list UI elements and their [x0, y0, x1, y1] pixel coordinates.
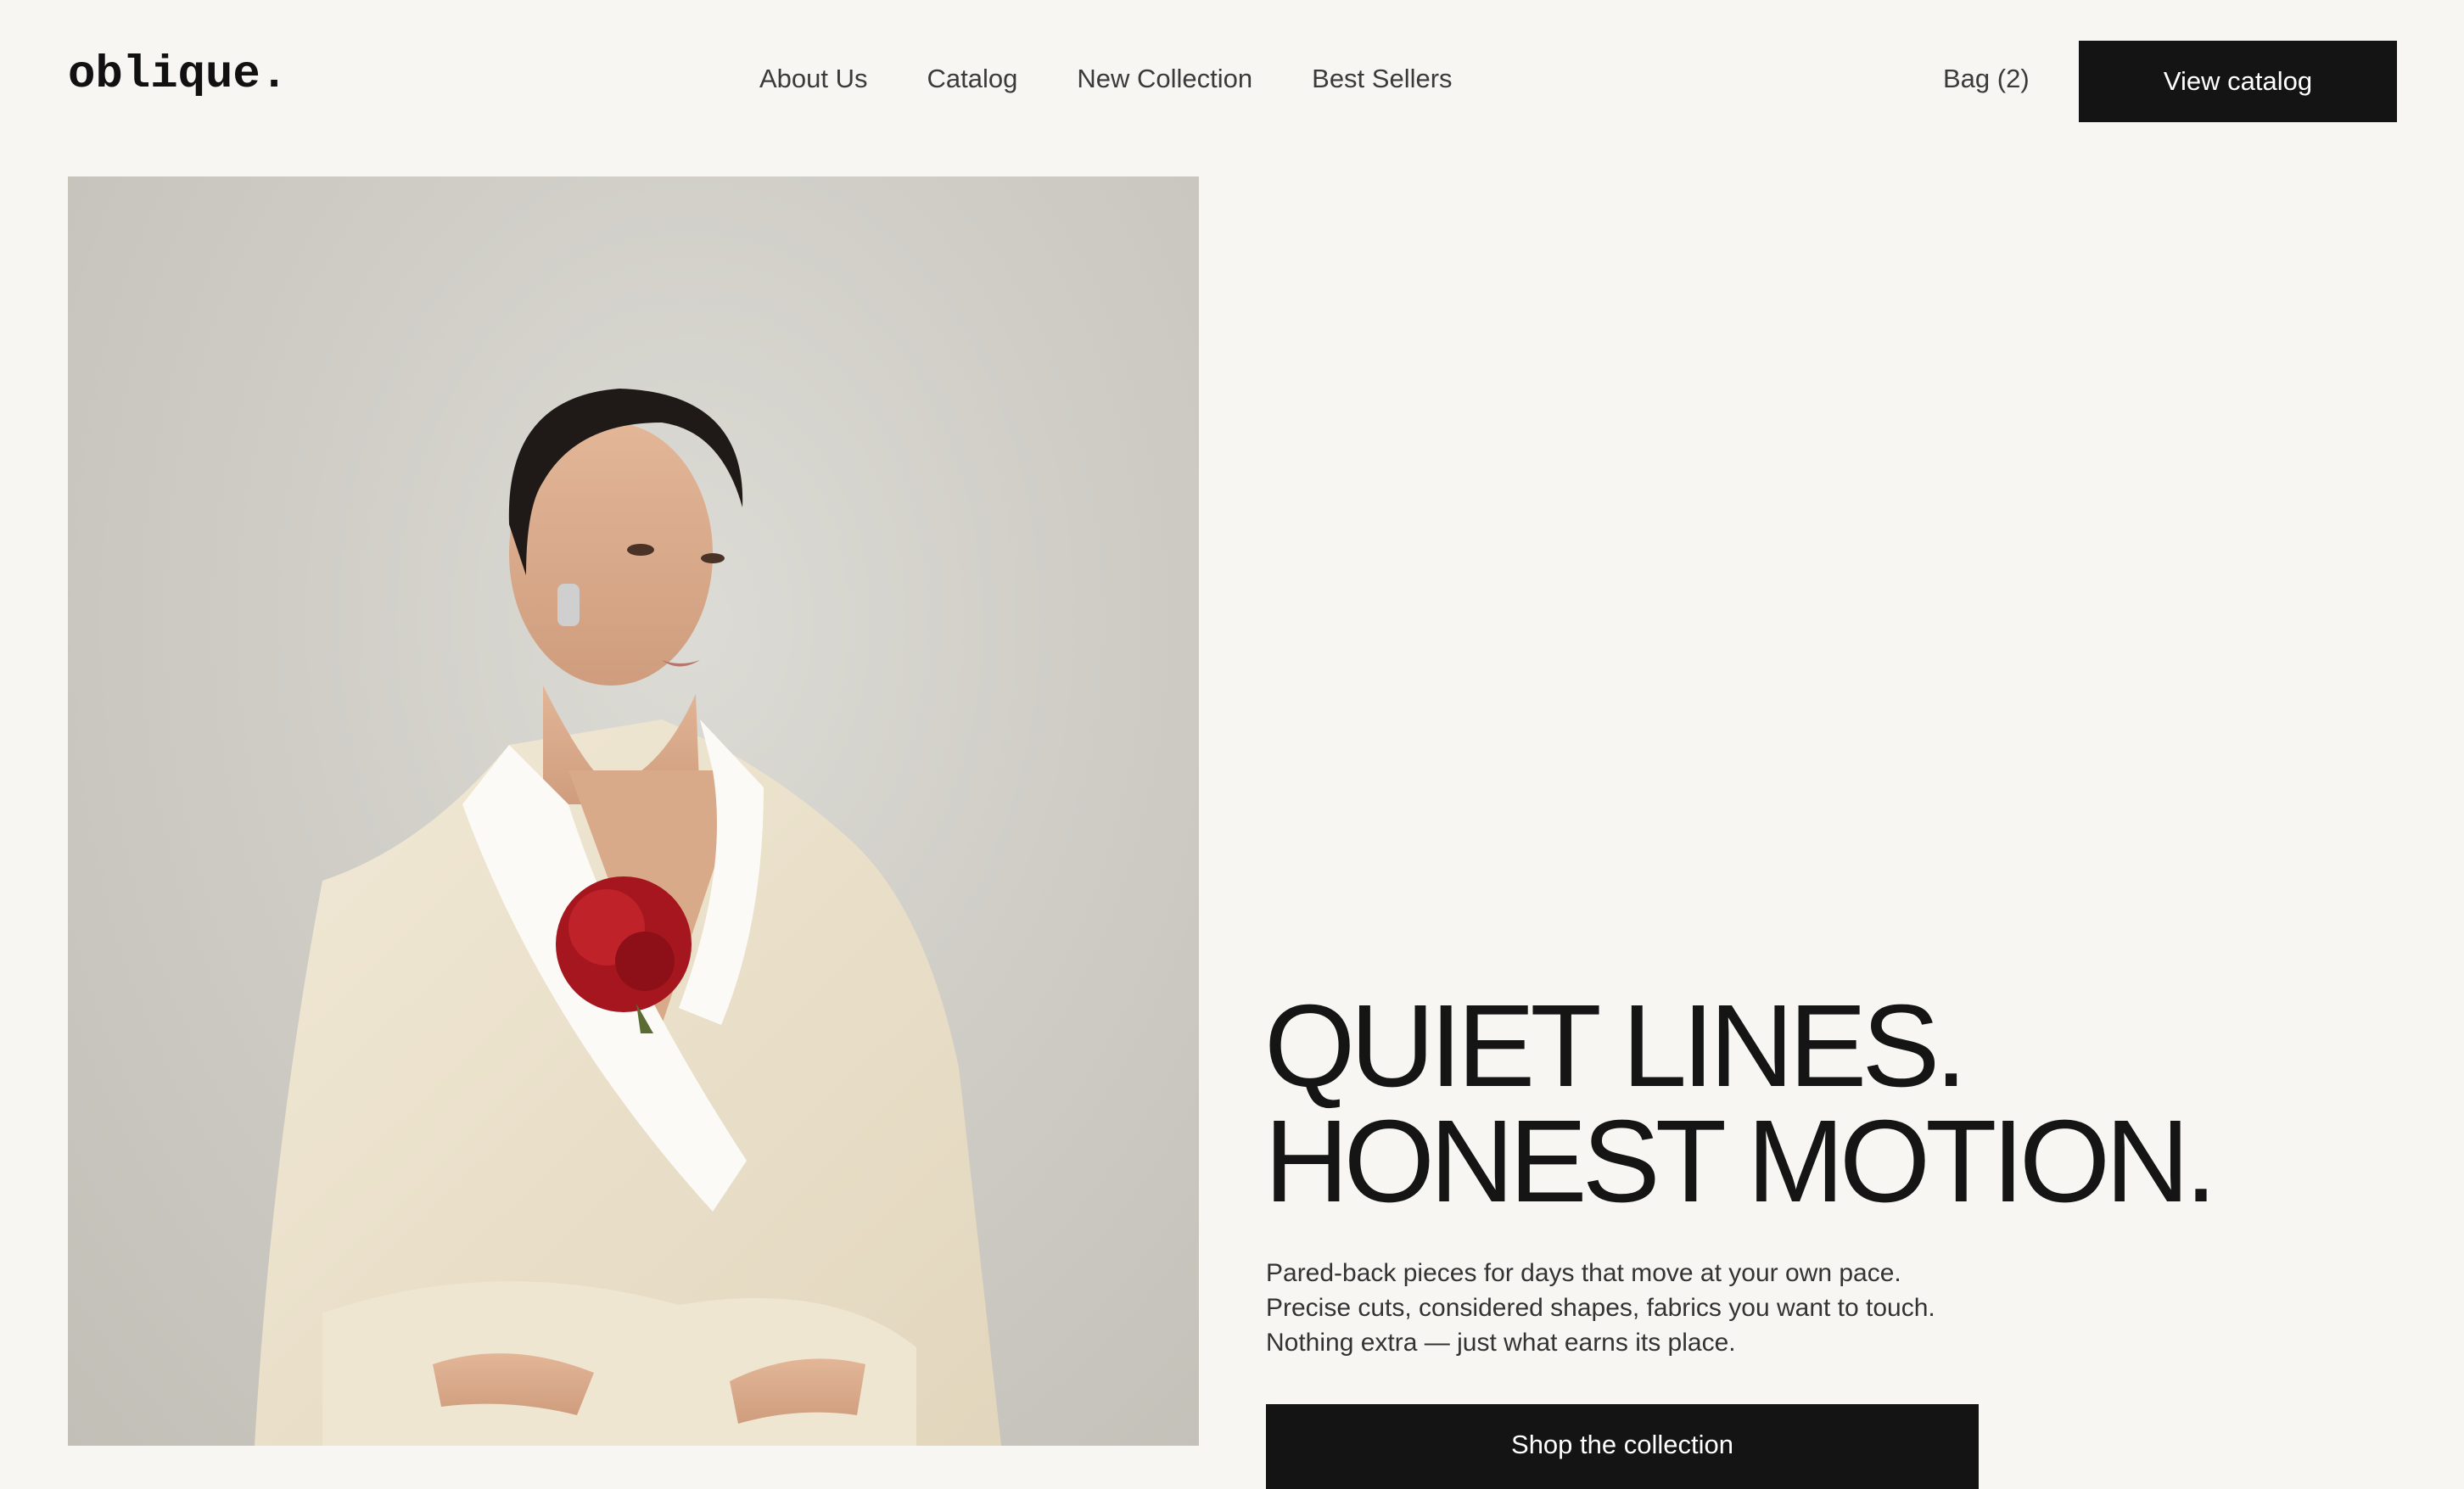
- headline-line-2: HONEST MOTION.: [1264, 1096, 2217, 1227]
- nav-item-catalog[interactable]: Catalog: [927, 64, 1018, 94]
- hero-headline: QUIET LINES. HONEST MOTION.: [1264, 981, 2217, 1227]
- site-header: oblique. About Us Catalog New Collection…: [0, 0, 2464, 161]
- main-nav: About Us Catalog New Collection Best Sel…: [759, 64, 1453, 94]
- nav-item-about-us[interactable]: About Us: [759, 64, 868, 94]
- hero-image: [68, 176, 1199, 1446]
- nav-item-best-sellers[interactable]: Best Sellers: [1312, 64, 1452, 94]
- nav-item-new-collection[interactable]: New Collection: [1077, 64, 1252, 94]
- model-illustration: [255, 389, 1001, 1446]
- hero-description: Pared-back pieces for days that move at …: [1266, 1259, 1935, 1357]
- bag-link[interactable]: Bag (2): [1943, 64, 2030, 94]
- brand-logo[interactable]: oblique.: [68, 49, 288, 101]
- headline-line-1: QUIET LINES.: [1264, 981, 1968, 1111]
- shop-collection-button[interactable]: Shop the collection: [1266, 1404, 1979, 1489]
- view-catalog-button[interactable]: View catalog: [2079, 41, 2397, 122]
